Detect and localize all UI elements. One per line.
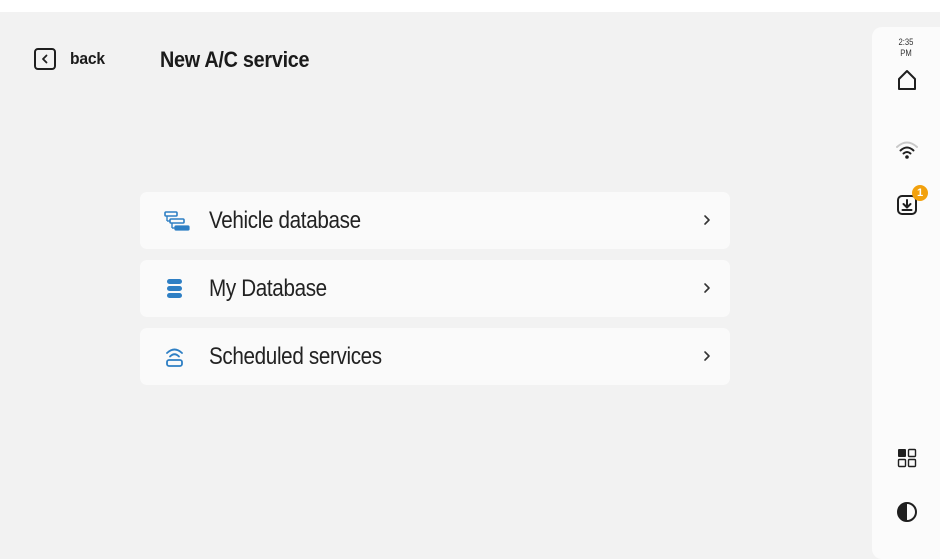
service-menu: Vehicle database My Database Scheduled s… [140,192,730,396]
menu-item-label: My Database [209,274,327,302]
scheduled-services-icon [164,346,192,368]
menu-item-label: Vehicle database [209,206,361,234]
chevron-right-icon [702,213,712,227]
vehicle-database-icon [164,210,192,232]
chevron-right-icon [702,349,712,363]
clock: 2:35 PM [877,37,935,59]
database-icon [164,278,192,300]
download-badge: 1 [912,185,928,201]
back-arrow-icon [34,48,56,70]
back-label: back [70,49,105,68]
menu-item-vehicle-database[interactable]: Vehicle database [140,192,730,249]
clock-ampm: PM [900,48,912,58]
app-screen: back New A/C service Vehicle database My… [0,12,940,559]
contrast-icon[interactable] [894,499,920,525]
page-title: New A/C service [160,47,310,72]
right-sidebar: 2:35 PM 1 [872,27,940,559]
back-button[interactable]: back [34,48,108,70]
wifi-icon[interactable] [894,137,920,163]
home-icon[interactable] [894,67,920,93]
chevron-right-icon [702,281,712,295]
apps-icon[interactable] [894,445,920,471]
menu-item-scheduled-services[interactable]: Scheduled services [140,328,730,385]
clock-time: 2:35 [898,37,914,47]
menu-item-my-database[interactable]: My Database [140,260,730,317]
menu-item-label: Scheduled services [209,342,382,370]
